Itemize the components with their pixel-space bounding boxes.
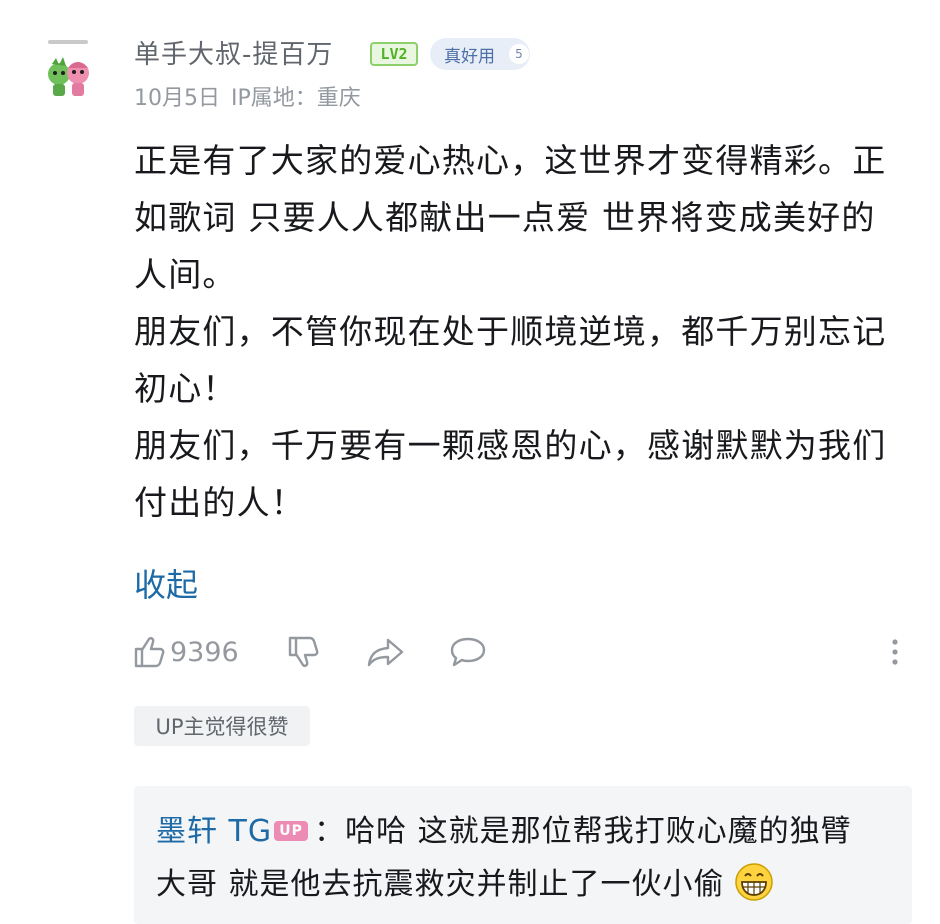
reply-icon (450, 637, 486, 667)
like-count: 9396 (170, 636, 239, 668)
dislike-icon (288, 636, 319, 667)
comment-line: 朋友们，千万要有一颗感恩的心，感谢默默为我们 (134, 426, 887, 465)
dislike-button[interactable] (286, 630, 322, 674)
username[interactable]: 单手大叔-提百万 (134, 34, 333, 71)
avatar-characters-icon (48, 57, 89, 96)
comment-line: 如歌词 只要人人都献出一点爱 世界将变成美好的 (134, 198, 876, 237)
fan-medal-name: 真好用 (444, 46, 495, 67)
avatar-frame-icon (48, 40, 88, 44)
reply-text: 大哥 就是他去抗震救灾并制止了一伙小偷 (156, 867, 725, 902)
reply-line: 墨轩 TG UP ：哈哈 这就是那位帮我打败心魔的独臂 (156, 810, 852, 854)
up-badge: UP (274, 821, 309, 841)
fan-medal-level: 5 (509, 44, 529, 64)
comment-text: 正是有了大家的爱心热心，这世界才变得精彩。正 如歌词 只要人人都献出一点爱 世界… (134, 132, 914, 531)
reply-text: ：哈哈 这就是那位帮我打败心魔的独臂 (314, 814, 852, 849)
like-button[interactable]: 9396 (132, 630, 239, 674)
comment-meta: 10月5日 IP属地：重庆 (134, 86, 361, 111)
more-button[interactable] (880, 630, 910, 674)
reply-line: 大哥 就是他去抗震救灾并制止了一伙小偷 (156, 862, 777, 907)
reply-preview[interactable]: 墨轩 TG UP ：哈哈 这就是那位帮我打败心魔的独臂 大哥 就是他去抗震救灾并制止… (134, 786, 912, 924)
comment-line: 朋友们，不管你现在处于顺境逆境，都千万别忘记 (134, 312, 887, 351)
grin-emoji-icon (734, 863, 773, 901)
collapse-button[interactable]: 收起 (134, 560, 198, 606)
avatar[interactable] (40, 40, 96, 102)
reply-button[interactable] (448, 630, 488, 674)
like-icon (134, 637, 165, 668)
action-bar: 9396 (132, 630, 912, 674)
comment-line: 付出的人！ (134, 483, 305, 522)
share-icon (367, 638, 404, 667)
more-icon (892, 639, 898, 665)
comment-line: 初心！ (134, 369, 237, 408)
comment-line: 人间。 (134, 255, 237, 294)
reply-username[interactable]: 墨轩 TG (156, 814, 272, 849)
comment-line: 正是有了大家的爱心热心，这世界才变得精彩。正 (134, 141, 887, 180)
level-badge: LV2 (370, 42, 418, 66)
up-liked-tag: UP主觉得很赞 (134, 706, 310, 746)
comment-card: 单手大叔-提百万 LV2 真好用 5 10月5日 IP属地：重庆 正是有了大家的… (0, 0, 940, 924)
fan-medal-badge[interactable]: 真好用 5 (430, 38, 530, 70)
share-button[interactable] (366, 630, 406, 674)
